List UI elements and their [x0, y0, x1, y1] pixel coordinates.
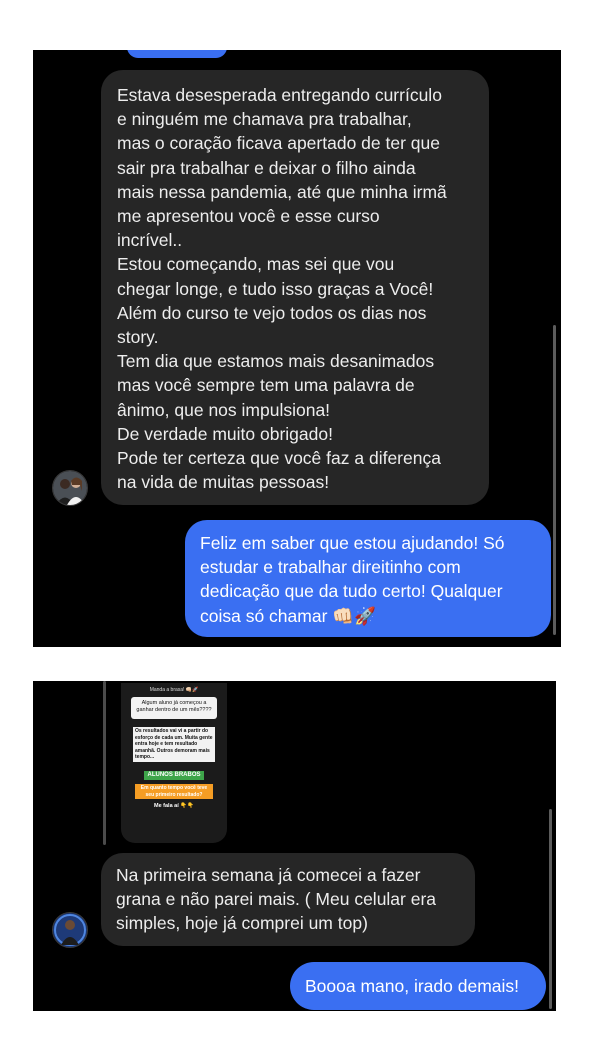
story-question-box: Algum aluno já começou a ganhar dentro d…	[131, 697, 217, 719]
previous-sent-bubble-edge	[127, 50, 227, 58]
chat-panel-2: Manda a brasa! 👊🏻🚀 Algum aluno já começo…	[33, 681, 556, 1011]
scrollbar[interactable]	[553, 325, 556, 635]
scrollbar[interactable]	[549, 809, 552, 1009]
story-header: Manda a brasa! 👊🏻🚀	[149, 687, 199, 693]
story-answer: Os resultados vai vi a partir do esforço…	[133, 727, 215, 762]
reply-indicator-line	[103, 681, 106, 845]
received-message-bubble[interactable]: Na primeira semana já comecei a fazer gr…	[101, 853, 475, 946]
user-avatar-couple-icon[interactable]	[52, 470, 88, 506]
chat-panel-1: Estava desesperada entregando currículo …	[33, 50, 561, 647]
received-message-bubble[interactable]: Estava desesperada entregando currículo …	[101, 70, 489, 505]
story-footer: Me fala aí 👇👇	[154, 803, 194, 809]
story-reply-thumbnail[interactable]: Manda a brasa! 👊🏻🚀 Algum aluno já começo…	[121, 683, 227, 843]
story-label-green: ALUNOS BRABOS	[144, 771, 204, 780]
sent-message-bubble[interactable]: Feliz em saber que estou ajudando! Só es…	[185, 520, 551, 637]
story-label-orange: Em quanto tempo você teve seu primeiro r…	[135, 784, 213, 799]
sent-message-bubble[interactable]: Boooa mano, irado demais!	[290, 962, 546, 1010]
user-avatar-man-icon[interactable]	[52, 912, 88, 948]
